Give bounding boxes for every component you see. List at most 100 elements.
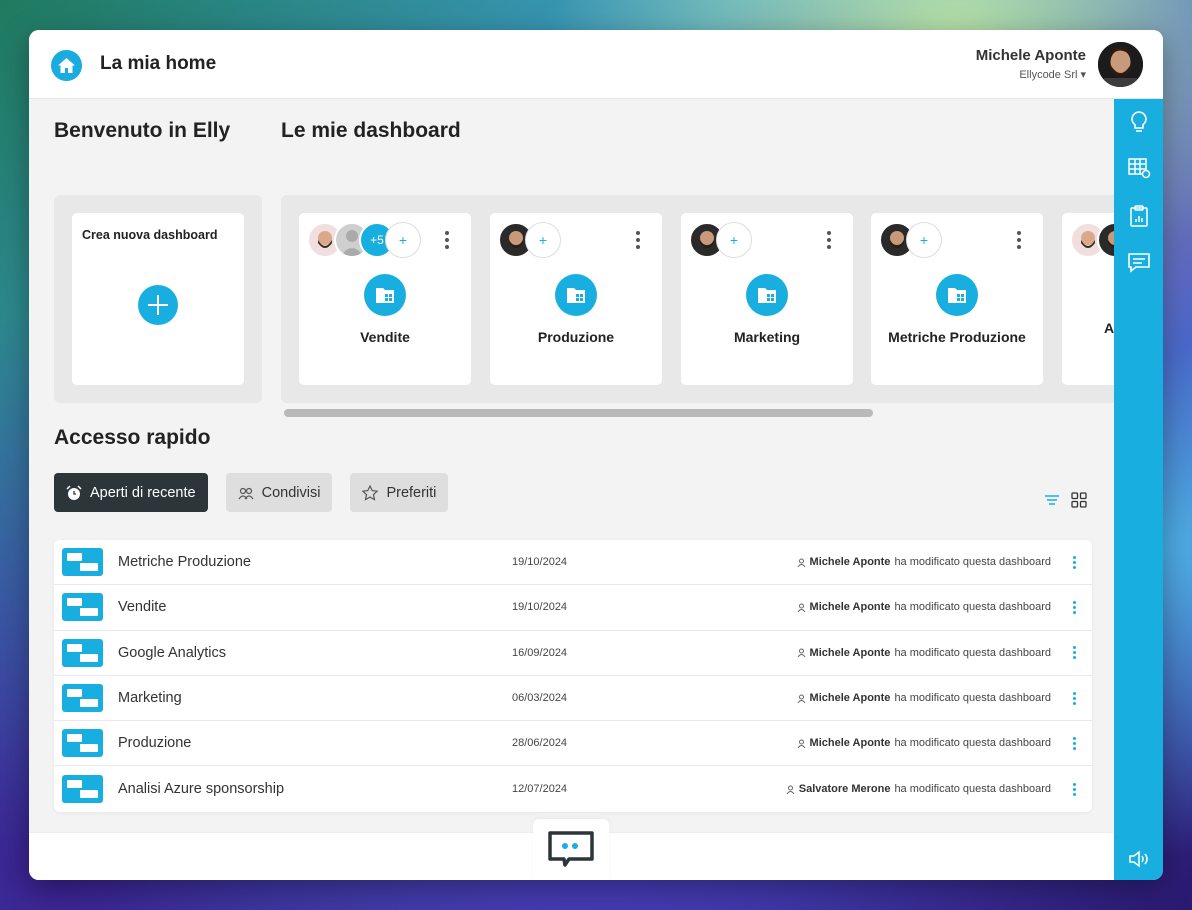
list-item[interactable]: Google Analytics 16/09/2024 Michele Apon… xyxy=(54,631,1092,676)
activity-text: ha modificato questa dashboard xyxy=(894,556,1051,569)
create-dashboard-card[interactable]: Crea nuova dashboard xyxy=(72,213,244,385)
dashboard-icon xyxy=(62,638,103,667)
dashboard-card[interactable]: + Metriche Produzione xyxy=(871,213,1043,385)
dashboard-icon xyxy=(62,775,103,804)
message-icon[interactable] xyxy=(1126,249,1151,274)
item-date: 19/10/2024 xyxy=(512,556,568,569)
kebab-menu-icon[interactable] xyxy=(1073,646,1076,660)
clipboard-chart-icon[interactable] xyxy=(1126,203,1151,228)
item-activity: Michele Aponte ha modificato questa dash… xyxy=(797,601,1051,613)
add-member-button[interactable]: + xyxy=(716,222,752,258)
table-icon[interactable] xyxy=(1126,155,1151,180)
dashboard-icon xyxy=(62,729,103,758)
item-date: 19/10/2024 xyxy=(512,601,568,614)
recent-list: Metriche Produzione 19/10/2024 Michele A… xyxy=(54,540,1092,812)
add-member-button[interactable]: + xyxy=(906,222,942,258)
tab-shared[interactable]: Condivisi xyxy=(225,473,333,512)
kebab-menu-icon[interactable] xyxy=(636,231,640,249)
dashboard-card[interactable]: A s xyxy=(1062,213,1114,385)
app-window: La mia home Michele Aponte Ellycode Srl … xyxy=(29,30,1163,880)
kebab-menu-icon[interactable] xyxy=(827,231,831,249)
dashboard-name: Produzione xyxy=(537,329,615,345)
activity-text: ha modificato questa dashboard xyxy=(894,692,1051,705)
item-activity: Salvatore Merone ha modificato questa da… xyxy=(786,783,1051,795)
item-activity: Michele Aponte ha modificato questa dash… xyxy=(797,556,1051,568)
user-icon xyxy=(786,785,795,794)
activity-user: Michele Aponte xyxy=(809,692,891,705)
item-name: Analisi Azure sponsorship xyxy=(118,781,285,798)
add-member-button[interactable]: + xyxy=(525,222,561,258)
item-activity: Michele Aponte ha modificato questa dash… xyxy=(797,692,1051,704)
item-activity: Michele Aponte ha modificato questa dash… xyxy=(797,737,1051,749)
list-item[interactable]: Produzione 28/06/2024 Michele Aponte ha … xyxy=(54,721,1092,767)
lightbulb-icon[interactable] xyxy=(1126,109,1151,134)
add-member-button[interactable]: + xyxy=(385,222,421,258)
dashboard-card[interactable]: +5 + Vendite xyxy=(299,213,471,385)
dashboard-card[interactable]: + Marketing xyxy=(681,213,853,385)
view-toggle xyxy=(1045,492,1087,508)
list-item[interactable]: Marketing 06/03/2024 Michele Aponte ha m… xyxy=(54,676,1092,722)
quick-access-title: Accesso rapido xyxy=(54,426,211,449)
kebab-menu-icon[interactable] xyxy=(445,231,449,249)
grid-view-icon[interactable] xyxy=(1071,492,1087,508)
activity-text: ha modificato questa dashboard xyxy=(894,601,1051,614)
speaker-icon[interactable] xyxy=(1126,846,1151,871)
dashboard-name: A s xyxy=(1104,320,1114,336)
company-selector[interactable]: Ellycode Srl ▾ xyxy=(1019,68,1086,81)
dashboard-folder-icon xyxy=(936,274,978,316)
kebab-menu-icon[interactable] xyxy=(1073,555,1076,569)
avatar[interactable] xyxy=(1096,40,1145,89)
list-item[interactable]: Vendite 19/10/2024 Michele Aponte ha mod… xyxy=(54,585,1092,631)
list-item[interactable]: Analisi Azure sponsorship 12/07/2024 Sal… xyxy=(54,766,1092,811)
kebab-menu-icon[interactable] xyxy=(1073,691,1076,705)
item-name: Vendite xyxy=(118,599,167,616)
sort-icon[interactable] xyxy=(1045,495,1059,505)
add-dashboard-button[interactable] xyxy=(138,285,178,325)
create-dashboard-section: Crea nuova dashboard xyxy=(54,195,262,403)
kebab-menu-icon[interactable] xyxy=(1017,231,1021,249)
user-icon xyxy=(797,603,805,612)
item-date: 06/03/2024 xyxy=(512,692,568,705)
chat-button[interactable] xyxy=(533,819,609,880)
dashboard-name: Vendite xyxy=(360,329,410,345)
item-activity: Michele Aponte ha modificato questa dash… xyxy=(797,647,1051,659)
dashboard-card[interactable]: + Produzione xyxy=(490,213,662,385)
kebab-menu-icon[interactable] xyxy=(1073,736,1076,750)
star-icon xyxy=(362,484,379,501)
right-rail xyxy=(1114,99,1163,880)
user-icon xyxy=(797,648,805,658)
activity-text: ha modificato questa dashboard xyxy=(894,646,1051,659)
tab-recent[interactable]: Aperti di recente xyxy=(54,473,208,512)
item-name: Google Analytics xyxy=(118,644,227,661)
user-name[interactable]: Michele Aponte xyxy=(976,47,1086,64)
list-item[interactable]: Metriche Produzione 19/10/2024 Michele A… xyxy=(54,540,1092,586)
item-date: 16/09/2024 xyxy=(512,646,568,659)
dashboards-title: Le mie dashboard xyxy=(281,119,461,142)
dashboard-icon xyxy=(62,684,103,713)
user-icon xyxy=(797,739,805,748)
footer-bar xyxy=(29,819,1114,880)
chat-bubble-icon xyxy=(548,831,594,867)
activity-user: Michele Aponte xyxy=(809,556,891,569)
item-name: Metriche Produzione xyxy=(118,554,251,571)
tab-label: Preferiti xyxy=(386,484,437,501)
dashboard-icon xyxy=(62,548,103,577)
activity-text: ha modificato questa dashboard xyxy=(894,737,1051,750)
dashboard-name: Marketing xyxy=(733,329,801,345)
item-date: 12/07/2024 xyxy=(512,783,568,796)
main-content: Benvenuto in Elly Le mie dashboard Crea … xyxy=(29,99,1114,830)
plus-icon xyxy=(148,295,168,315)
activity-user: Michele Aponte xyxy=(809,737,891,750)
kebab-menu-icon[interactable] xyxy=(1073,600,1076,614)
item-name: Marketing xyxy=(118,690,182,707)
tab-label: Aperti di recente xyxy=(90,484,196,501)
home-icon[interactable] xyxy=(51,50,82,81)
carousel-scrollbar[interactable] xyxy=(284,409,873,417)
dashboard-carousel[interactable]: +5 + Vendite + Produzione + Marketing + … xyxy=(281,195,1114,403)
tab-favorites[interactable]: Preferiti xyxy=(350,473,449,512)
activity-user: Michele Aponte xyxy=(809,601,891,614)
dashboard-folder-icon xyxy=(746,274,788,316)
users-icon xyxy=(238,487,254,499)
activity-user: Michele Aponte xyxy=(809,646,891,659)
kebab-menu-icon[interactable] xyxy=(1073,782,1076,796)
